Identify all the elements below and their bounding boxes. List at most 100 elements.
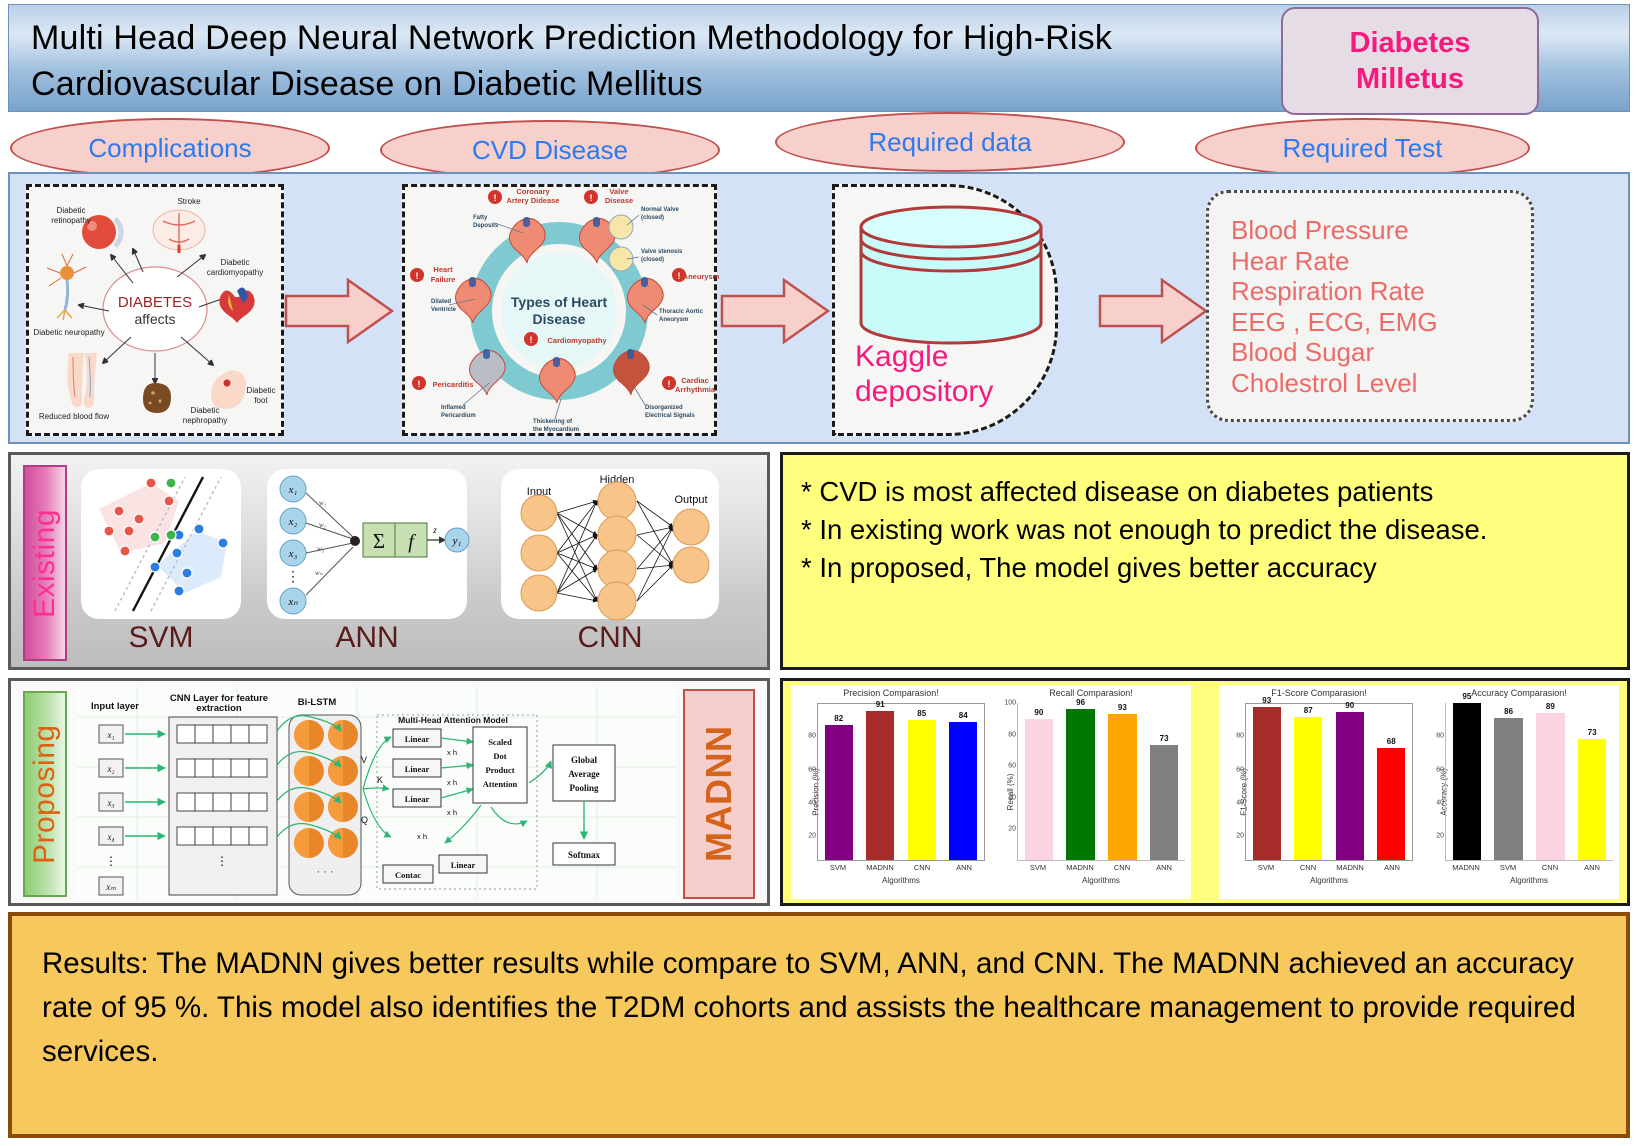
pipeline-strip: DIABETES affects Diabetic retinopathy St… — [8, 172, 1630, 444]
svg-text:Output: Output — [674, 494, 707, 506]
chart-x-label: Algorithms — [882, 876, 920, 885]
bar-value: 73 — [1587, 728, 1597, 738]
x-tick: CNN — [1541, 863, 1559, 872]
existing-methods-box: Existing SVM x₁ x₂ x₃ xₙ ⋮ w₁ w₂ w₃ wₙ Σ… — [8, 452, 770, 670]
x-tick: MADNN — [1066, 863, 1094, 872]
svg-text:x₂: x₂ — [106, 764, 114, 774]
svg-text:DIABETES: DIABETES — [118, 294, 192, 311]
svg-text:Diabetic neuropathy: Diabetic neuropathy — [33, 328, 104, 337]
bar: 96 — [1066, 698, 1095, 860]
x-tick: MADNN — [1452, 863, 1480, 872]
svg-text:⋮: ⋮ — [105, 854, 117, 868]
svg-text:!: ! — [494, 193, 497, 203]
bar: 90 — [1024, 708, 1054, 860]
svg-text:Bi-LSTM: Bi-LSTM — [298, 697, 337, 708]
repository-label: Kaggle depository — [855, 339, 993, 409]
svg-text:Valve: Valve — [609, 187, 628, 196]
page-title: Multi Head Deep Neural Network Predictio… — [31, 19, 1113, 103]
x-tick: MADNN — [866, 863, 894, 872]
svg-text:extraction: extraction — [196, 703, 242, 714]
svg-text:Pericarditis: Pericarditis — [433, 380, 474, 389]
chart-x-ticks: MADNN SVM CNN ANN — [1445, 863, 1613, 872]
chart-y-ticks: 20 40 60 80 — [1227, 703, 1245, 861]
cnn-illustration: Input Hidden Output — [520, 474, 710, 621]
svg-text:Heart: Heart — [433, 265, 453, 274]
bar: 82 — [824, 714, 853, 860]
stage-label-complications: Complications — [10, 118, 330, 178]
svg-text:w₁: w₁ — [319, 499, 326, 507]
svg-text:Diabetic: Diabetic — [247, 386, 276, 395]
svg-text:Scaled: Scaled — [488, 737, 512, 747]
svg-text:x₁: x₁ — [288, 484, 298, 496]
types-of-heart-disease-figure: Types of Heart Disease ! Coronary Artery… — [402, 184, 720, 436]
svg-text:Valve stenosis: Valve stenosis — [641, 249, 683, 255]
svg-text:Dot: Dot — [493, 751, 506, 761]
bar-value: 95 — [1462, 692, 1472, 701]
svg-text:Arrhythmia: Arrhythmia — [675, 385, 716, 394]
svg-text:x₃: x₃ — [288, 548, 298, 560]
svg-text:V: V — [361, 755, 367, 765]
svg-text:Linear: Linear — [451, 860, 476, 870]
svg-text:Linear: Linear — [405, 764, 430, 774]
chart-x-label: Algorithms — [1082, 876, 1120, 885]
chart-accuracy: Accuracy Comparasion! Accuracy (%) 20 40… — [1419, 685, 1619, 899]
svg-text:Pooling: Pooling — [569, 783, 599, 793]
y-tick: 40 — [1008, 794, 1016, 802]
repository-label-line-2: depository — [855, 375, 994, 408]
bar: 73 — [1577, 728, 1607, 860]
svg-text:Contac: Contac — [395, 870, 421, 880]
models-column: Existing SVM x₁ x₂ x₃ xₙ ⋮ w₁ w₂ w₃ wₙ Σ… — [8, 452, 770, 906]
bar: 68 — [1377, 737, 1406, 860]
svg-text:Global: Global — [571, 755, 598, 765]
svg-text:Pericardium: Pericardium — [441, 413, 476, 419]
svm-illustration — [99, 476, 229, 612]
svg-text:Product: Product — [485, 765, 514, 775]
svg-text:retinopathy: retinopathy — [51, 216, 91, 225]
svg-text:Thoracic Aortic: Thoracic Aortic — [659, 309, 703, 315]
svg-text:nephropathy: nephropathy — [183, 416, 227, 425]
svg-text:w₃: w₃ — [317, 545, 325, 553]
graphical-abstract: Multi Head Deep Neural Network Predictio… — [0, 0, 1638, 1146]
svg-text:Multi-Head Attention Model: Multi-Head Attention Model — [398, 715, 508, 725]
test-item: Respiration Rate — [1231, 276, 1425, 306]
chart-x-label: Algorithms — [1310, 876, 1348, 885]
svg-text:!: ! — [678, 271, 681, 281]
svg-text:xₘ: xₘ — [105, 882, 116, 892]
bar-value: 93 — [1117, 703, 1127, 712]
chart-group-f1-accuracy: F1-Score Comparasion! F1-Score (%) 20 40… — [1219, 685, 1619, 899]
flow-arrow-2 — [720, 277, 831, 345]
flow-arrow-3 — [1098, 277, 1209, 345]
svg-text:· · ·: · · · — [316, 866, 333, 878]
proposed-method-box: Proposing MADNN Input layer CNN Layer fo… — [8, 678, 770, 906]
note-item: * In proposed, The model gives better ac… — [801, 552, 1377, 583]
bar: 95 — [1452, 692, 1482, 860]
svg-text:Reduced blood flow: Reduced blood flow — [39, 412, 109, 421]
chart-x-ticks: SVM MADNN CNN ANN — [1017, 863, 1185, 872]
y-tick: 20 — [808, 832, 816, 840]
foot-icon — [211, 370, 246, 409]
bar-value: 82 — [834, 714, 844, 724]
svg-text:x₁: x₁ — [106, 730, 114, 740]
svg-text:x h: x h — [447, 808, 457, 817]
svg-text:w₂: w₂ — [319, 521, 327, 529]
badge-line-2: Milletus — [1356, 63, 1464, 95]
svg-text:Diabetic: Diabetic — [191, 406, 220, 415]
required-tests-list: Blood Pressure Hear Rate Respiration Rat… — [1209, 193, 1531, 398]
svg-text:Σ: Σ — [373, 529, 385, 553]
svg-text:Cardiomyopathy: Cardiomyopathy — [547, 336, 607, 345]
proposing-side-label: Proposing — [23, 691, 67, 897]
chart-plot-area: 82 91 85 84 — [817, 699, 985, 861]
algo-label-ann: ANN — [335, 621, 399, 654]
svg-text:Thickening of: Thickening of — [533, 419, 573, 425]
x-tick: ANN — [956, 863, 972, 872]
bar: 84 — [949, 711, 978, 860]
chart-y-ticks: 20 40 60 80 100 — [999, 700, 1017, 861]
svg-text:⋮: ⋮ — [216, 854, 228, 868]
svg-text:Diabetic: Diabetic — [221, 258, 250, 267]
bar-value: 91 — [875, 699, 885, 709]
ann-figure: x₁ x₂ x₃ xₙ ⋮ w₁ w₂ w₃ wₙ Σ f z y₁ — [267, 469, 470, 619]
y-tick: 60 — [1008, 762, 1016, 770]
bar-value: 84 — [958, 711, 968, 721]
svg-text:Artery Didease: Artery Didease — [507, 196, 560, 205]
heart-icon — [219, 287, 255, 323]
